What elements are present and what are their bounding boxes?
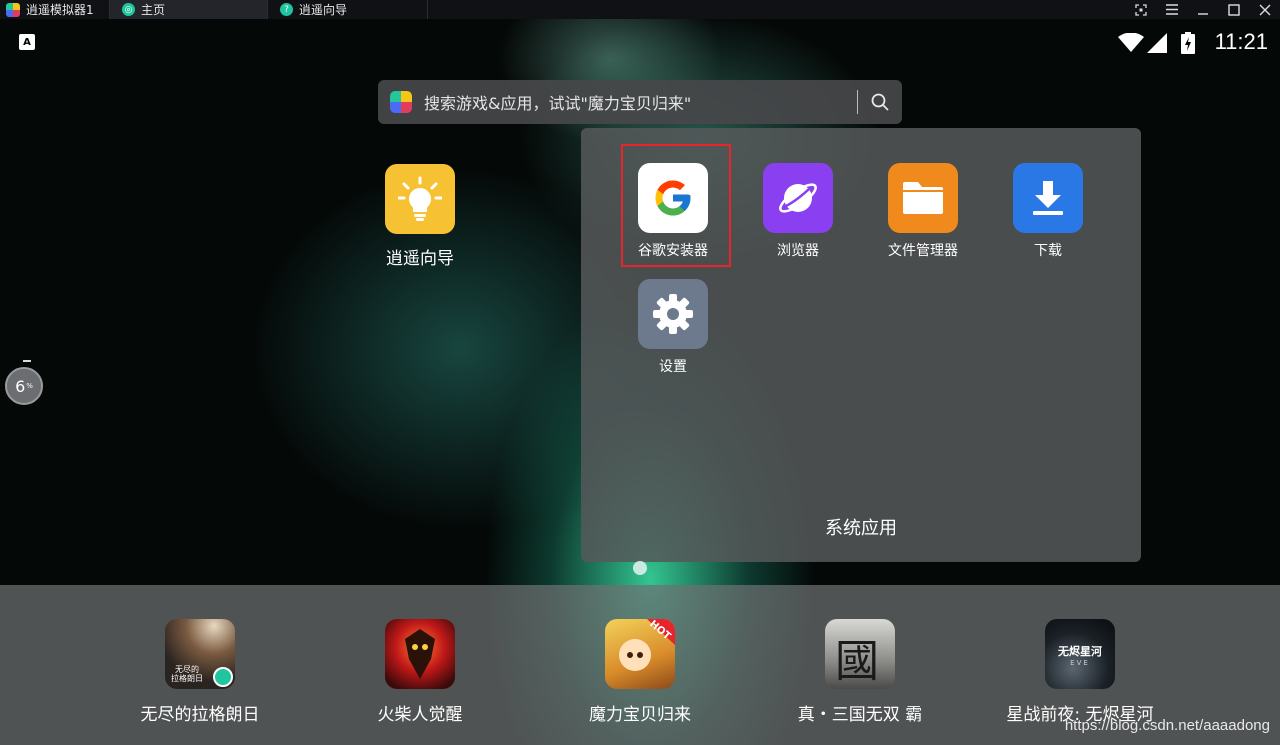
folder-title[interactable]: 系统应用 [581, 514, 1141, 540]
menu-icon[interactable] [1156, 0, 1187, 19]
tab-guide-label: 逍遥向导 [299, 3, 348, 17]
folder-app-label: 浏览器 [777, 243, 819, 259]
google-icon [638, 163, 708, 233]
android-desktop[interactable]: A 11:21 搜索游戏&应用，试试"魔力宝贝归来" 逍遥向导 6% 谷歌安装器… [0, 19, 1280, 745]
search-bar[interactable]: 搜索游戏&应用，试试"魔力宝贝归来" [378, 80, 902, 124]
badge-value: 6 [15, 376, 26, 396]
maximize-icon[interactable] [1218, 0, 1249, 19]
status-bar: A 11:21 [0, 29, 1280, 57]
eve-icon-subtext: EVE [1070, 659, 1090, 667]
eve-icon-text: 无烬星河 [1058, 645, 1102, 658]
dock-app-label: 火柴人觉醒 [377, 705, 463, 725]
dock-app-label: 无尽的拉格朗日 [140, 705, 260, 725]
folder-app-label: 设置 [659, 359, 687, 375]
dock-app-crossgate[interactable]: HOT 魔力宝贝归来 [550, 619, 730, 725]
minimize-icon[interactable] [1187, 0, 1218, 19]
gear-icon [638, 279, 708, 349]
notification-a-icon: A [19, 34, 35, 50]
close-icon[interactable] [1249, 0, 1280, 19]
planet-icon [763, 163, 833, 233]
folder-app-label: 谷歌安装器 [638, 243, 708, 259]
folder-icon [888, 163, 958, 233]
floating-percent-badge[interactable]: 6% [5, 367, 43, 405]
watermark-text: https://blog.csdn.net/aaaadong [1064, 717, 1270, 734]
guide-tab-icon: ? [280, 3, 293, 16]
folder-app-settings[interactable]: 设置 [618, 279, 728, 376]
folder-app-browser[interactable]: 浏览器 [743, 163, 853, 260]
folder-app-download[interactable]: 下载 [993, 163, 1103, 260]
app-logo-icon [6, 2, 20, 17]
expand-icon[interactable] [1125, 0, 1156, 19]
folder-app-file-manager[interactable]: 文件管理器 [868, 163, 978, 260]
folder-app-label: 文件管理器 [888, 243, 958, 259]
stickman-game-icon [385, 619, 455, 689]
wifi-icon [1118, 33, 1144, 52]
dynasty-warriors-game-icon: 國 [825, 619, 895, 689]
search-logo-icon [390, 91, 412, 113]
tab-home-label: 主页 [141, 3, 166, 17]
dock-app-dynasty-warriors[interactable]: 國 真・三国无双 霸 [770, 619, 950, 725]
badge-unit: % [26, 382, 33, 390]
search-icon[interactable] [870, 92, 890, 112]
crossgate-game-icon: HOT [605, 619, 675, 689]
lightbulb-icon [385, 164, 455, 234]
dock-app-stickman[interactable]: 火柴人觉醒 [330, 619, 510, 725]
app-title-tab[interactable]: 逍遥模拟器1 [0, 0, 110, 19]
dock-app-label: 真・三国无双 霸 [797, 705, 923, 725]
eve-game-icon: 无烬星河 EVE [1045, 619, 1115, 689]
battery-charging-icon [1181, 32, 1195, 54]
dock-app-lagrange[interactable]: 无尽的 拉格朗日 无尽的拉格朗日 [110, 619, 290, 725]
status-time: 11:21 [1214, 29, 1268, 54]
lagrange-game-icon: 无尽的 拉格朗日 [165, 619, 235, 689]
search-input[interactable]: 搜索游戏&应用，试试"魔力宝贝归来" [424, 90, 857, 114]
signal-icon [1147, 33, 1167, 53]
system-apps-folder[interactable]: 谷歌安装器 浏览器 文件管理器 下载 设置 系统应用 [581, 128, 1141, 562]
app-title: 逍遥模拟器1 [26, 3, 94, 17]
page-indicator [633, 561, 647, 575]
window-title-bar: 逍遥模拟器1 ◎ 主页 ? 逍遥向导 [0, 0, 1280, 19]
desktop-app-label: 逍遥向导 [386, 249, 454, 269]
tab-home[interactable]: ◎ 主页 [110, 0, 268, 19]
badge-indicator [23, 360, 31, 362]
folder-app-label: 下载 [1034, 243, 1062, 259]
dock-app-eve[interactable]: 无烬星河 EVE 星战前夜: 无烬星河 [990, 619, 1170, 725]
tab-guide[interactable]: ? 逍遥向导 [268, 0, 428, 19]
dynasty-icon-text: 國 [835, 636, 879, 687]
lagrange-icon-text: 无尽的 拉格朗日 [171, 665, 203, 683]
folder-app-google-installer[interactable]: 谷歌安装器 [618, 163, 728, 260]
download-icon [1013, 163, 1083, 233]
xiaoyao-mark-icon [213, 667, 233, 687]
desktop-app-guide[interactable]: 逍遥向导 [370, 164, 470, 269]
window-controls [1125, 0, 1280, 19]
search-divider [857, 90, 858, 114]
home-tab-icon: ◎ [122, 3, 135, 16]
dock-app-label: 魔力宝贝归来 [589, 705, 691, 725]
